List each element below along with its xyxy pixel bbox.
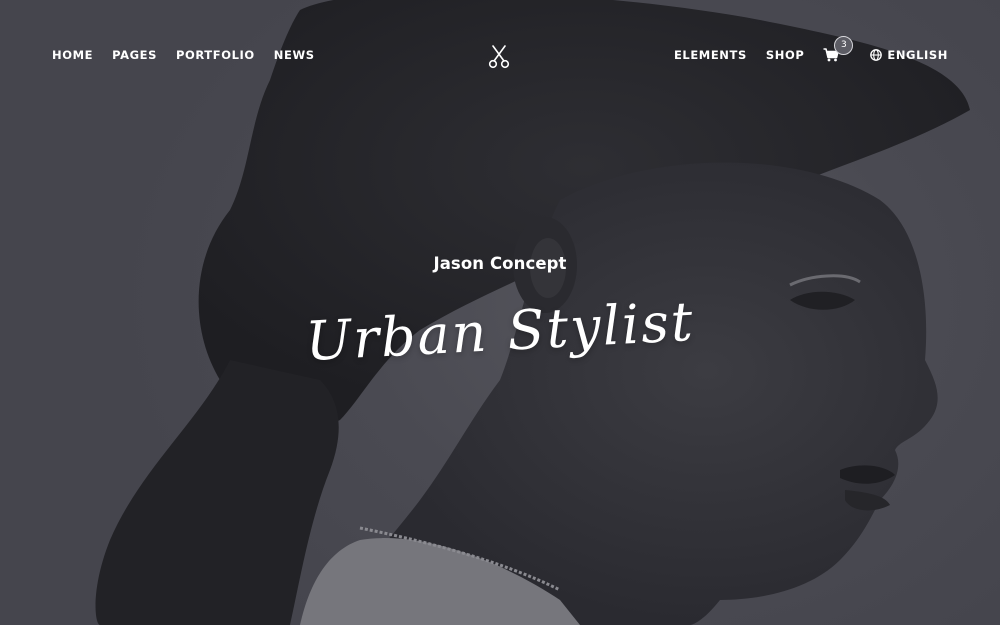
nav-shop-link[interactable]: SHOP [766,48,805,62]
nav-portfolio-link[interactable]: PORTFOLIO [176,48,255,62]
nav-left-group: HOME PAGES PORTFOLIO NEWS [52,48,315,62]
nav-pages-link[interactable]: PAGES [112,48,157,62]
language-label: ENGLISH [887,48,948,62]
hero-section: HOME PAGES PORTFOLIO NEWS ELEMENTS SHOP [0,0,1000,625]
nav-home-link[interactable]: HOME [52,48,93,62]
hero-subtitle: Jason Concept [433,254,567,273]
main-navigation: HOME PAGES PORTFOLIO NEWS ELEMENTS SHOP [0,0,1000,110]
cart-count-badge: 3 [834,36,854,55]
nav-news-link[interactable]: NEWS [274,48,315,62]
nav-right-group: ELEMENTS SHOP 3 ENGLISH [674,36,948,62]
globe-icon [870,49,883,61]
nav-elements-link[interactable]: ELEMENTS [674,48,747,62]
cart-button[interactable]: 3 [823,36,854,62]
language-selector[interactable]: ENGLISH [870,48,948,62]
scissors-icon[interactable] [488,45,510,69]
